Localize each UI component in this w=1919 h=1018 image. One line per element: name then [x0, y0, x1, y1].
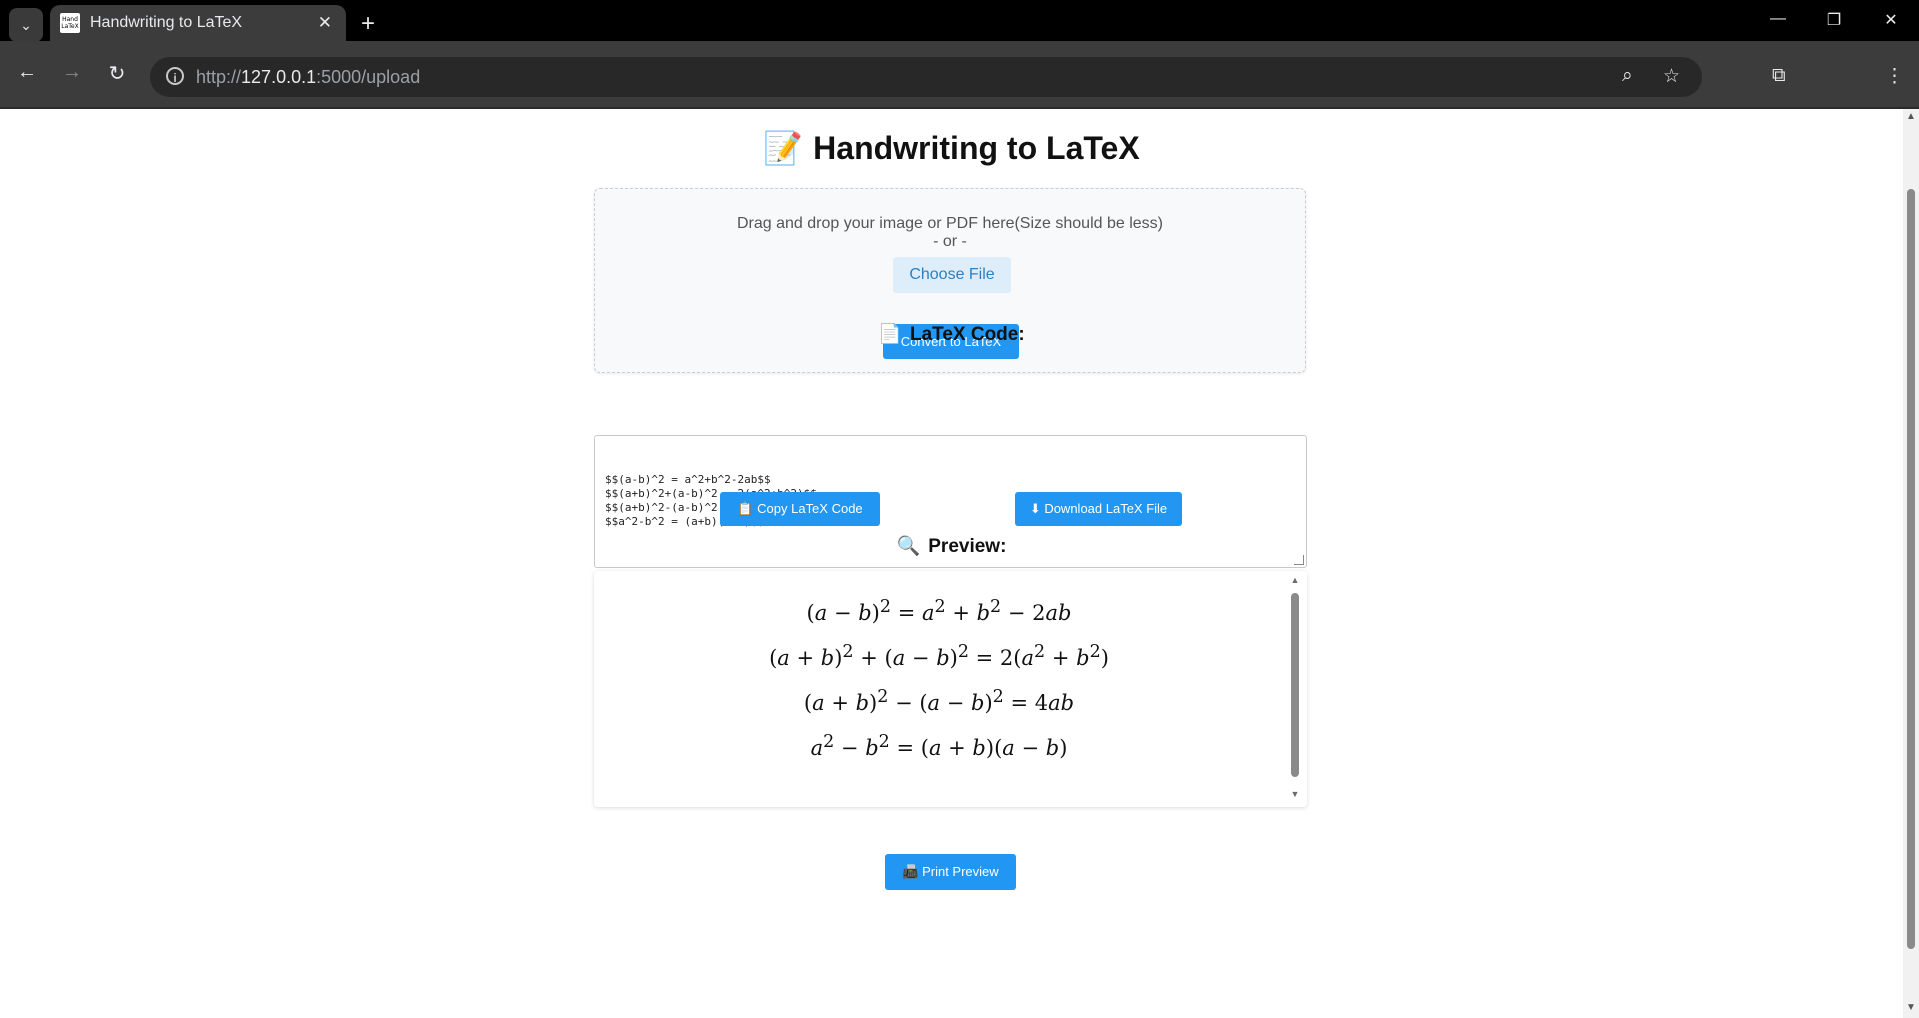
preview-equation: a2 − b2 = (a + b)(a − b): [810, 732, 1068, 760]
latex-line: $$a^2-b^2 = (a+b)(a-b)$$: [605, 515, 764, 528]
scroll-up-icon[interactable]: ▲: [1903, 111, 1919, 122]
scroll-up-icon[interactable]: ▲: [1289, 575, 1301, 585]
document-icon: 📄: [878, 323, 902, 345]
choose-file-button[interactable]: Choose File: [893, 257, 1011, 293]
or-text: - or -: [933, 233, 967, 250]
preview-equation: (a + b)2 + (a − b)2 = 2(a2 + b2): [769, 642, 1109, 670]
preview-heading-text: Preview:: [928, 536, 1007, 557]
kebab-menu-icon[interactable]: ⋮: [1885, 65, 1904, 88]
scrollbar-thumb[interactable]: [1907, 189, 1915, 949]
drop-text: Drag and drop your image or PDF here(Siz…: [737, 215, 1163, 232]
preview-equation: (a − b)2 = a2 + b2 − 2ab: [806, 597, 1072, 625]
tab-favicon: Hand LaTeX: [60, 13, 80, 33]
address-bar[interactable]: i http://127.0.0.1:5000/upload ⌕ ☆: [150, 57, 1702, 97]
info-icon[interactable]: i: [166, 67, 184, 85]
window-close-icon[interactable]: ✕: [1871, 10, 1911, 30]
restore-icon[interactable]: ❐: [1814, 10, 1854, 30]
tab-strip: ⌄ Hand LaTeX Handwriting to LaTeX ✕ + — …: [0, 0, 1919, 42]
puzzle-icon[interactable]: ⧉: [1772, 65, 1786, 87]
latex-code-heading: 📄 LaTeX Code:: [0, 322, 1903, 346]
forward-arrow-icon[interactable]: →: [56, 61, 88, 84]
reload-icon[interactable]: ↻: [101, 61, 133, 86]
memo-icon: 📝: [763, 129, 804, 167]
latex-line: $$(a+b)^2-(a-b)^2 = 4ab$$: [605, 501, 771, 514]
dropzone-instructions: Drag and drop your image or PDF here(Siz…: [595, 215, 1305, 251]
preview-heading: 🔍 Preview:: [0, 534, 1903, 558]
latex-heading-text: LaTeX Code:: [909, 324, 1025, 345]
page-content: 📝 Handwriting to LaTeX Drag and drop your…: [0, 109, 1903, 1018]
minimize-icon[interactable]: —: [1758, 10, 1798, 28]
scroll-down-icon[interactable]: ▼: [1903, 1002, 1919, 1013]
close-icon[interactable]: ✕: [318, 13, 332, 33]
page-title-text: Handwriting to LaTeX: [813, 130, 1140, 166]
copy-latex-button[interactable]: 📋 Copy LaTeX Code: [720, 492, 880, 526]
print-preview-button[interactable]: 📠 Print Preview: [885, 854, 1016, 890]
scroll-down-icon[interactable]: ▼: [1289, 789, 1301, 799]
plus-icon[interactable]: +: [353, 9, 383, 39]
download-latex-button[interactable]: ⬇ Download LaTeX File: [1015, 492, 1182, 526]
browser-toolbar: ← → ↻ i http://127.0.0.1:5000/upload ⌕ ☆…: [0, 41, 1919, 132]
url-text[interactable]: http://127.0.0.1:5000/upload: [196, 67, 420, 88]
star-icon[interactable]: ☆: [1663, 65, 1680, 88]
latex-line: $$(a-b)^2 = a^2+b^2-2ab$$: [605, 473, 771, 486]
preview-equation: (a + b)2 − (a − b)2 = 4ab: [803, 687, 1075, 715]
chevron-down-icon[interactable]: ⌄: [9, 8, 43, 42]
back-arrow-icon[interactable]: ←: [11, 61, 43, 84]
zoom-icon[interactable]: ⌕: [1622, 65, 1633, 87]
page-title: 📝 Handwriting to LaTeX: [0, 129, 1903, 167]
latex-line: $$(a+b)^2+(a-b)^2 = 2(a^2+b^2)$$: [605, 487, 817, 500]
preview-scrollbar[interactable]: ▲ ▼: [1289, 575, 1301, 803]
magnifier-icon: 🔍: [896, 535, 921, 557]
page-scrollbar[interactable]: ▲ ▼: [1903, 109, 1919, 1018]
browser-tab[interactable]: Hand LaTeX Handwriting to LaTeX ✕: [50, 5, 346, 41]
preview-panel[interactable]: (a − b)2 = a2 + b2 − 2ab (a + b)2 + (a −…: [594, 571, 1307, 807]
tab-title: Handwriting to LaTeX: [90, 14, 243, 31]
scrollbar-thumb[interactable]: [1291, 593, 1299, 777]
